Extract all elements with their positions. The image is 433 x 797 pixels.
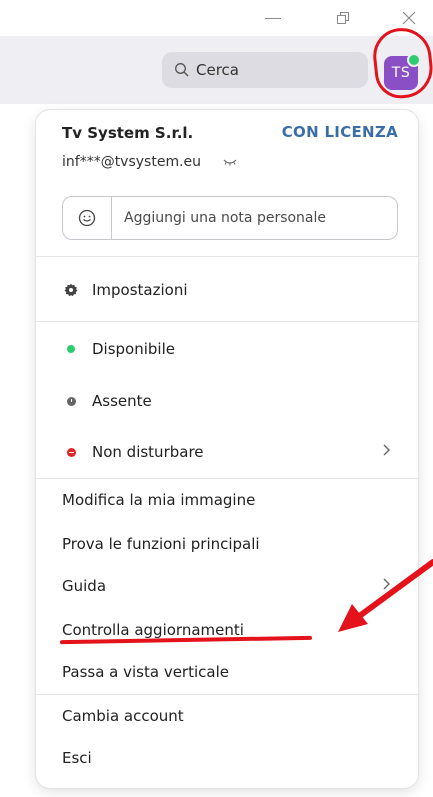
status-dnd-item[interactable]: Non disturbare [62,438,396,466]
switch-account-item[interactable]: Cambia account [62,702,396,730]
account-name: Tv System S.r.l. [62,124,194,142]
status-dnd-label: Non disturbare [92,443,204,461]
status-available-item[interactable]: Disponibile [62,335,396,363]
check-updates-label: Controlla aggiornamenti [62,621,244,639]
edit-picture-item[interactable]: Modifica la mia immagine [62,486,396,514]
personal-note-field[interactable] [62,196,398,240]
dnd-status-icon [66,447,76,457]
search-label: Cerca [196,61,239,79]
vertical-view-label: Passa a vista verticale [62,663,229,681]
chevron-right-icon [383,578,390,590]
restore-icon [337,12,349,24]
switch-account-label: Cambia account [62,707,184,725]
gear-icon [64,283,78,297]
settings-label: Impostazioni [92,281,188,299]
license-badge: CON LICENZA [281,123,398,141]
sign-out-label: Esci [62,749,92,767]
sign-out-item[interactable]: Esci [62,744,396,772]
smiley-icon [78,209,96,227]
divider [36,321,418,322]
search-icon [175,63,189,77]
divider [36,694,418,695]
hide-email-icon[interactable] [223,158,237,166]
title-bar [0,0,433,36]
edit-picture-label: Modifica la mia immagine [62,491,256,509]
top-toolbar: Cerca TS [0,36,433,104]
minimize-button[interactable] [260,6,286,30]
vertical-view-item[interactable]: Passa a vista verticale [62,658,396,686]
close-button[interactable] [396,6,422,30]
emoji-button[interactable] [63,197,112,239]
search-button[interactable]: Cerca [162,52,368,88]
status-away-item[interactable]: Assente [62,387,396,415]
status-available-label: Disponibile [92,340,175,358]
restore-button[interactable] [330,6,356,30]
status-away-label: Assente [92,392,152,410]
try-features-item[interactable]: Prova le funzioni principali [62,530,396,558]
minimize-icon [265,17,281,19]
help-item[interactable]: Guida [62,572,396,600]
chevron-right-icon [383,444,390,456]
settings-item[interactable]: Impostazioni [62,276,396,304]
account-email: inf***@tvsystem.eu [62,154,202,170]
away-status-icon [66,396,76,406]
help-label: Guida [62,577,107,595]
divider [36,256,418,257]
available-status-icon [67,345,75,353]
account-email-row: inf***@tvsystem.eu [62,154,237,170]
try-features-label: Prova le funzioni principali [62,535,260,553]
profile-menu: Tv System S.r.l. CON LICENZA inf***@tvsy… [36,110,418,788]
close-icon [402,11,416,25]
divider [36,478,418,479]
personal-note-input[interactable] [112,209,396,227]
